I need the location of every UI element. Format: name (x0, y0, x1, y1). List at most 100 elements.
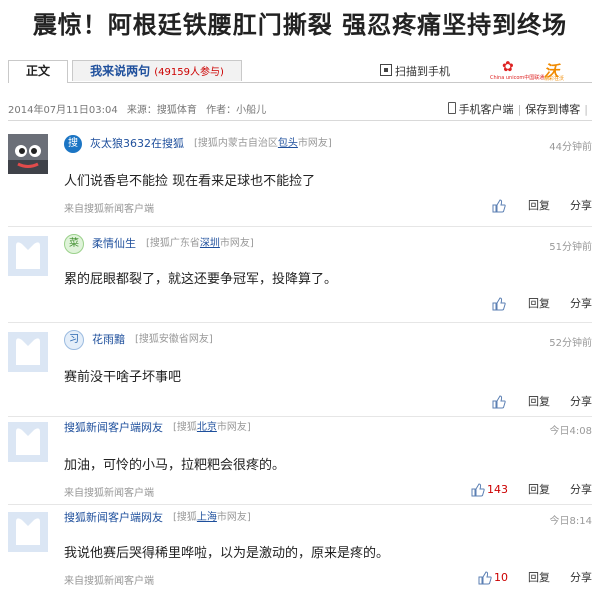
carrier-logos: ✿ China unicom中国联通 沃 精彩在沃 (490, 60, 592, 82)
comment-time: 今日8:14 (549, 516, 592, 527)
comment-header: 搜灰太狼3632在搜狐 [搜狐内蒙古自治区包头市网友] (64, 134, 332, 154)
publish-datetime: 2014年07月11日03:04 (8, 105, 118, 116)
location-prefix: [搜狐内蒙古自治区 (194, 138, 278, 149)
comment-time: 44分钟前 (549, 142, 592, 153)
avatar[interactable] (8, 134, 48, 174)
user-badge-icon: 习 (64, 330, 84, 350)
tab-comments-label: 我来说两句 (90, 64, 151, 78)
location-city-link[interactable]: 包头 (278, 138, 298, 149)
username-link[interactable]: 柔情仙生 (92, 237, 136, 250)
thumbs-up-icon[interactable] (471, 483, 485, 497)
comment-header: 习花雨黯 [搜狐安徽省网友] (64, 330, 213, 350)
location-suffix: 市网友] (297, 138, 332, 149)
article-source: 来源：搜狐体育 (126, 105, 197, 116)
avatar[interactable] (8, 512, 48, 552)
link-separator: | (517, 103, 522, 116)
comment-actions: 回复 分享 (492, 198, 592, 214)
share-button[interactable]: 分享 (570, 483, 592, 496)
thumbs-up-icon[interactable] (492, 199, 506, 213)
user-location: [搜狐广东省深圳市网友] (146, 238, 254, 249)
phone-icon (447, 102, 456, 114)
user-badge-icon: 搜 (64, 135, 82, 153)
article-author: 作者：小船儿 (206, 105, 267, 116)
thumbs-up-icon[interactable] (492, 395, 506, 409)
location-prefix: [搜狐广东省 (146, 238, 200, 249)
tab-comments[interactable]: 我来说两句 (49159人参与) (72, 60, 242, 81)
user-location: [搜狐内蒙古自治区包头市网友] (194, 138, 332, 149)
location-prefix: [搜狐 (173, 422, 197, 433)
comment-actions: 10 回复 分享 (478, 570, 592, 586)
location-suffix: 市网友] (219, 238, 254, 249)
comment-text: 累的屁眼都裂了，就这还要争冠军，投降算了。 (64, 272, 338, 287)
meta-links: 手机客户端 | 保存到博客 | (447, 101, 592, 117)
reply-button[interactable]: 回复 (528, 297, 550, 310)
location-prefix: [搜狐安徽省网友] (135, 334, 213, 345)
user-location: [搜狐北京市网友] (173, 422, 251, 433)
comment-time: 51分钟前 (549, 242, 592, 253)
avatar[interactable] (8, 332, 48, 372)
location-city-link[interactable]: 上海 (197, 512, 217, 523)
comment-source[interactable]: 来自搜狐新闻客户端 (64, 484, 154, 499)
username-link[interactable]: 搜狐新闻客户端网友 (64, 511, 163, 524)
reply-button[interactable]: 回复 (528, 571, 550, 584)
comment-divider (8, 504, 592, 505)
comment-header: 搜狐新闻客户端网友 [搜狐北京市网友] (64, 418, 251, 438)
comment-divider (8, 416, 592, 417)
comment-header: 菜柔情仙生 [搜狐广东省深圳市网友] (64, 234, 254, 254)
comment-actions: 回复 分享 (492, 296, 592, 312)
user-location: [搜狐安徽省网友] (135, 334, 213, 345)
mobile-client-link[interactable]: 手机客户端 (459, 103, 514, 116)
save-to-blog-link[interactable]: 保存到博客 (525, 103, 580, 116)
avatar[interactable] (8, 422, 48, 462)
scan-to-phone-label: 扫描到手机 (395, 65, 450, 78)
article-meta: 2014年07月11日03:04 来源：搜狐体育 作者：小船儿 (8, 101, 272, 116)
share-button[interactable]: 分享 (570, 571, 592, 584)
unicom-knot-icon: ✿ (502, 59, 514, 75)
comment-item: 习花雨黯 [搜狐安徽省网友] 52分钟前 赛前没干啥子坏事吧 回复 分享 (0, 328, 600, 414)
comment-text: 加油，可怜的小马，拉粑粑会很疼的。 (64, 458, 286, 473)
comment-actions: 143 回复 分享 (471, 482, 592, 498)
comment-text: 人们说香皂不能捡 现在看来足球也不能捡了 (64, 174, 316, 189)
link-separator: | (584, 103, 588, 116)
share-button[interactable]: 分享 (570, 395, 592, 408)
comment-time: 52分钟前 (549, 338, 592, 349)
username-link[interactable]: 搜狐新闻客户端网友 (64, 421, 163, 434)
share-button[interactable]: 分享 (570, 297, 592, 310)
tab-article[interactable]: 正文 (8, 60, 68, 83)
reply-button[interactable]: 回复 (528, 483, 550, 496)
like-count: 143 (487, 483, 508, 496)
comment-header: 搜狐新闻客户端网友 [搜狐上海市网友] (64, 508, 251, 528)
like-count: 10 (494, 571, 508, 584)
comment-item: 菜柔情仙生 [搜狐广东省深圳市网友] 51分钟前 累的屁眼都裂了，就这还要争冠军，… (0, 232, 600, 320)
thumbs-up-icon[interactable] (492, 297, 506, 311)
thumbs-up-icon[interactable] (478, 571, 492, 585)
reply-button[interactable]: 回复 (528, 199, 550, 212)
location-prefix: [搜狐 (173, 512, 197, 523)
comment-time: 今日4:08 (549, 426, 592, 437)
location-suffix: 市网友] (216, 512, 251, 523)
location-city-link[interactable]: 深圳 (200, 238, 220, 249)
comment-item: 搜灰太狼3632在搜狐 [搜狐内蒙古自治区包头市网友] 44分钟前 人们说香皂不能… (0, 130, 600, 222)
wo-logo: 沃 精彩在沃 (534, 60, 592, 82)
meta-divider (8, 120, 592, 121)
comment-count: (49159 (154, 67, 190, 78)
wo-logo-sub: 精彩在沃 (544, 76, 565, 82)
comment-divider (8, 322, 592, 323)
reply-button[interactable]: 回复 (528, 395, 550, 408)
comment-item: 搜狐新闻客户端网友 [搜狐上海市网友] 今日8:14 我说他赛后哭得稀里哗啦，以为… (0, 508, 600, 593)
china-unicom-logo: ✿ China unicom中国联通 (490, 59, 544, 82)
user-location: [搜狐上海市网友] (173, 512, 251, 523)
user-badge-icon: 菜 (64, 234, 84, 254)
comment-actions: 回复 分享 (492, 394, 592, 410)
username-link[interactable]: 花雨黯 (92, 333, 125, 346)
comment-source[interactable]: 来自搜狐新闻客户端 (64, 200, 154, 215)
comment-count-suffix: 人参与) (190, 67, 224, 78)
comment-text: 赛前没干啥子坏事吧 (64, 370, 182, 385)
username-link[interactable]: 灰太狼3632在搜狐 (90, 137, 184, 150)
scan-to-phone-button[interactable]: 扫描到手机 (380, 63, 450, 79)
share-button[interactable]: 分享 (570, 199, 592, 212)
location-city-link[interactable]: 北京 (197, 422, 217, 433)
avatar[interactable] (8, 236, 48, 276)
comment-source[interactable]: 来自搜狐新闻客户端 (64, 572, 154, 587)
comment-text: 我说他赛后哭得稀里哗啦，以为是激动的，原来是疼的。 (64, 546, 390, 561)
